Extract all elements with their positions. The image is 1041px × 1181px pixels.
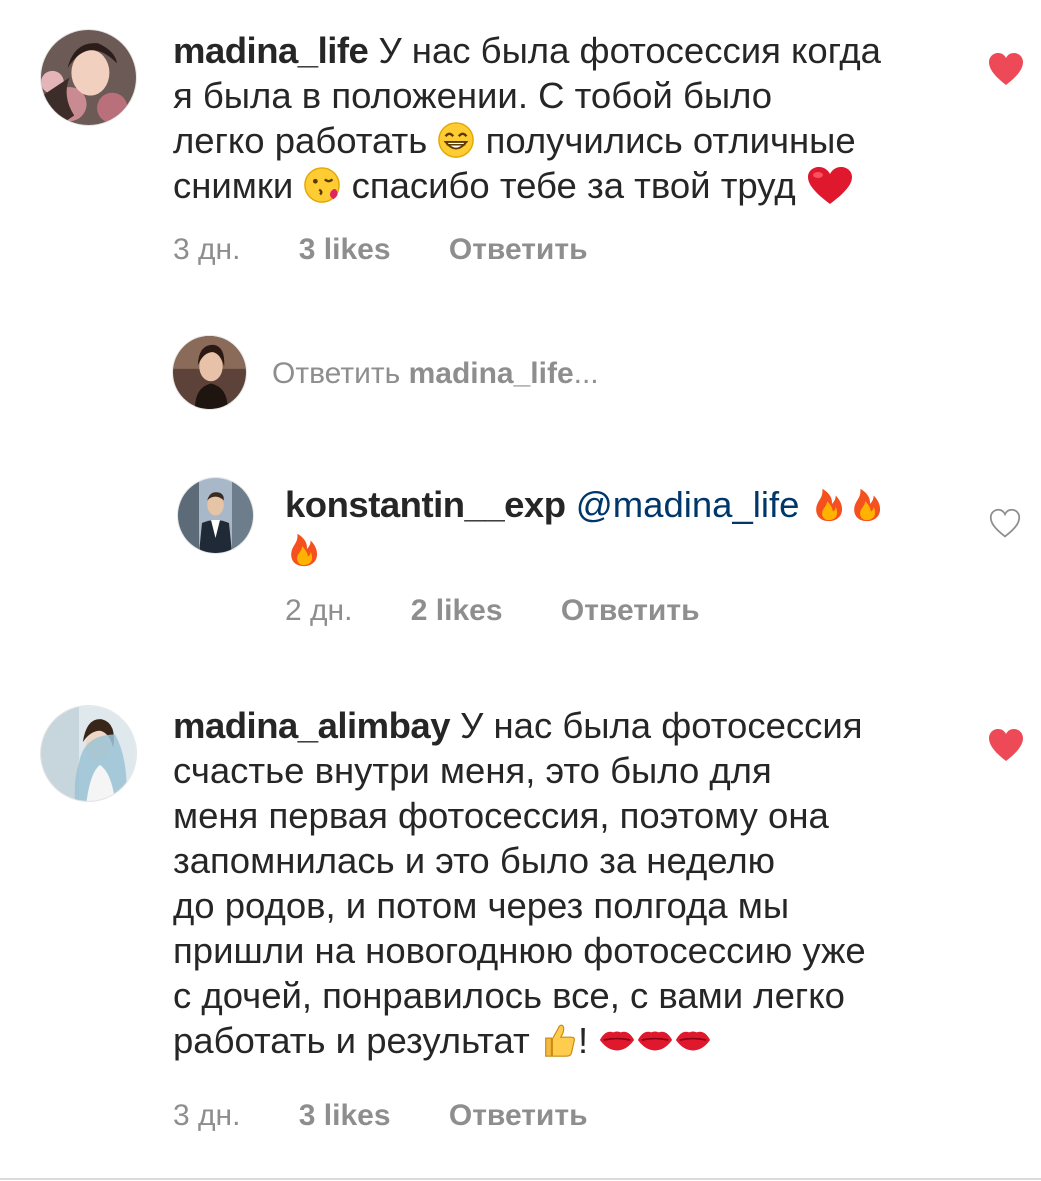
face-blowing-kiss-emoji <box>303 166 341 204</box>
comment-text-line: с дочей, понравилось все, с вами легко <box>173 975 845 1016</box>
like-button[interactable] <box>988 508 1022 540</box>
comment-username[interactable]: madina_alimbay <box>173 705 451 746</box>
comment-meta: 3 дн. 3 likes Ответить <box>173 232 588 268</box>
avatar[interactable] <box>177 477 254 554</box>
comment-timestamp: 3 дн. <box>173 233 241 266</box>
comment-meta: 3 дн. 3 likes Ответить <box>173 1098 588 1134</box>
kiss-mark-emoji <box>674 1027 712 1053</box>
comment-text-line: меня первая фотосессия, поэтому она <box>173 795 829 836</box>
comment-text-line: У нас была фотосессия когда <box>378 30 881 71</box>
fire-emoji <box>285 530 323 568</box>
comment-text-line: работать и результат <box>173 1020 530 1061</box>
comment-body: madina_life У нас была фотосессия когда … <box>173 28 973 208</box>
reply-button[interactable]: Ответить <box>561 593 700 629</box>
comment-likes-count[interactable]: 3 likes <box>299 232 391 268</box>
avatar-image <box>173 336 246 409</box>
thumbs-up-emoji <box>540 1021 578 1059</box>
comment-username[interactable]: madina_life <box>173 30 369 71</box>
comment-likes-count[interactable]: 2 likes <box>411 593 503 629</box>
avatar <box>172 335 247 410</box>
comment-text-line: счастье внутри меня, это было для <box>173 750 772 791</box>
reply-button[interactable]: Ответить <box>449 1098 588 1134</box>
kiss-mark-emoji <box>636 1027 674 1053</box>
comment-text-line: получились отличные <box>485 120 856 161</box>
heart-filled-icon <box>989 53 1023 85</box>
comment-text-line: снимки <box>173 165 294 206</box>
reply-prompt-suffix: ... <box>573 357 599 390</box>
comment-text-line: У нас была фотосессия <box>460 705 863 746</box>
comment-text-line: я была в положении. С тобой было <box>173 75 773 116</box>
heart-filled-icon <box>989 729 1023 761</box>
kiss-mark-emoji <box>598 1027 636 1053</box>
reply-prompt-target: madina_life <box>408 357 574 390</box>
fire-emoji <box>848 485 886 523</box>
like-button[interactable] <box>988 52 1024 88</box>
comment-body: konstantin__exp @madina_life <box>285 482 945 572</box>
comment-text-line: запомнилась и это было за неделю <box>173 840 776 881</box>
reply-prompt-prefix: Ответить <box>272 357 401 390</box>
comment-text-line: легко работать <box>173 120 428 161</box>
avatar-image <box>178 478 253 553</box>
fire-emoji <box>810 485 848 523</box>
comment-text-line: ! <box>577 1020 589 1061</box>
comment-meta: 2 дн. 2 likes Ответить <box>285 593 700 629</box>
reply-button[interactable]: Ответить <box>449 232 588 268</box>
comment-text-line: до родов, и потом через полгода мы <box>173 885 790 926</box>
reply-prompt[interactable]: Ответить madina_life... <box>272 356 599 392</box>
mention-link[interactable]: @madina_life <box>576 484 800 525</box>
divider <box>0 1178 1041 1180</box>
comment-text-line: спасибо тебе за твой труд <box>351 165 796 206</box>
comment-timestamp: 3 дн. <box>173 1099 241 1132</box>
comment-body: madina_alimbay У нас была фотосессия сча… <box>173 703 973 1063</box>
red-heart-emoji <box>806 166 854 206</box>
avatar-image <box>41 706 136 801</box>
avatar[interactable] <box>40 29 137 126</box>
avatar-image <box>41 30 136 125</box>
grinning-face-emoji <box>437 121 475 159</box>
like-button[interactable] <box>988 728 1024 764</box>
avatar[interactable] <box>40 705 137 802</box>
comment-text-line: пришли на новогоднюю фотосессию уже <box>173 930 866 971</box>
heart-outline-icon <box>989 508 1021 538</box>
comment-timestamp: 2 дн. <box>285 594 353 627</box>
comment-likes-count[interactable]: 3 likes <box>299 1098 391 1134</box>
comment-username[interactable]: konstantin__exp <box>285 484 566 525</box>
